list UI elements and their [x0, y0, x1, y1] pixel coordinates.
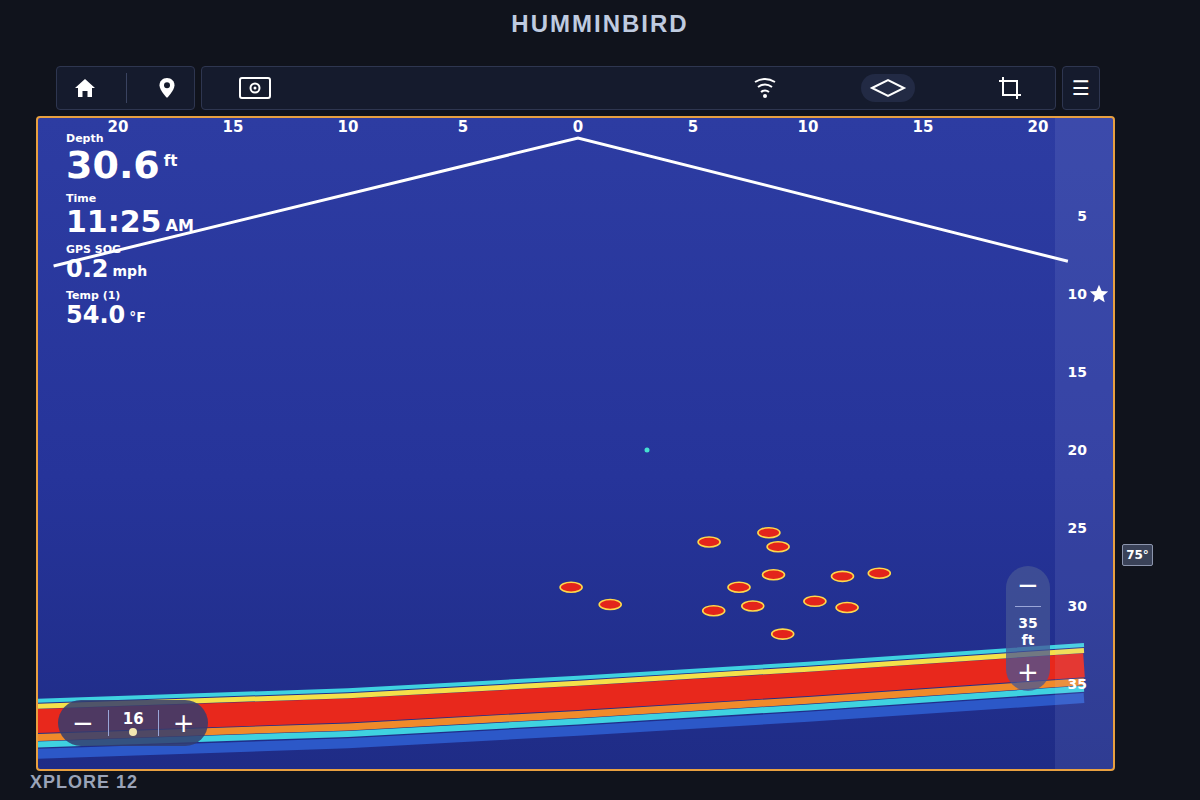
brand-logo: HUMMINBIRD [511, 10, 688, 38]
zoom-value: 35 [1018, 615, 1037, 632]
pill-divider [1015, 606, 1041, 607]
nav-group [56, 66, 195, 110]
fish-target [772, 629, 794, 639]
readout-label: GPS SOG [66, 243, 194, 257]
gain-up-button[interactable]: + [167, 708, 201, 738]
zoom-out-button[interactable]: − [1011, 570, 1045, 600]
menu-button[interactable]: ☰ [1062, 66, 1100, 110]
range-tick: 5 [688, 118, 698, 136]
home-button[interactable] [69, 72, 101, 104]
readout: Time11:25AM [66, 192, 194, 238]
depth-tick: 10 [1068, 286, 1087, 302]
readout-label: Time [66, 192, 194, 206]
readout-value-line: 0.2mph [66, 257, 194, 282]
gain-down-button[interactable]: − [66, 708, 100, 738]
fish-target [703, 606, 725, 616]
fish-target [560, 582, 582, 592]
readout: GPS SOG0.2mph [66, 243, 194, 282]
hull-view-icon [869, 76, 907, 100]
range-tick: 0 [573, 118, 583, 136]
readout-value: 30.6 [66, 146, 160, 186]
fish-target [836, 603, 858, 613]
screen-settings-icon [238, 75, 272, 101]
beam-outline [54, 138, 1068, 266]
readout-value-line: 30.6ft [66, 146, 194, 186]
fish-target [599, 599, 621, 609]
pill-divider [158, 710, 159, 736]
depth-tick: 25 [1068, 520, 1087, 536]
bottom-bezel: XPLORE 12 [0, 771, 1200, 800]
gain-value: 16 [123, 710, 144, 728]
pin-icon [156, 76, 178, 100]
readout-unit: AM [166, 206, 194, 235]
bottom-band [38, 645, 1084, 701]
readout-value-line: 54.0°F [66, 303, 194, 328]
fish-finder: HUMMINBIRD☰201510505101520Depth30.6ftTim… [0, 0, 1200, 800]
fish-target [698, 537, 720, 547]
range-tick: 15 [913, 118, 934, 136]
gain-readout: 16 [117, 710, 150, 736]
gain-control: − 16 + [58, 700, 208, 746]
readout-label: Depth [66, 132, 194, 146]
main-row: 201510505101520Depth30.6ftTime11:25AMGPS… [36, 116, 1160, 771]
readout-value-line: 11:25AM [66, 206, 194, 238]
zoom-control: − 35ft + [1006, 566, 1050, 691]
group-divider [126, 73, 127, 103]
sonar-waves-icon [751, 76, 779, 100]
range-tick: 5 [458, 118, 468, 136]
fish-target [763, 570, 785, 580]
waypoint-button[interactable] [152, 72, 182, 104]
range-tick: 20 [1028, 118, 1049, 136]
model-label: XPLORE 12 [30, 771, 138, 793]
view-button[interactable] [861, 74, 915, 102]
gain-dot-icon [129, 728, 137, 736]
range-tick: 10 [338, 118, 359, 136]
sonar-speck [645, 448, 650, 453]
readout: Temp (1)54.0°F [66, 289, 194, 328]
range-tick: 15 [223, 118, 244, 136]
readout-value: 11:25 [66, 206, 162, 238]
fish-target [832, 571, 854, 581]
readout-unit: ft [164, 146, 178, 170]
display-settings-button[interactable] [234, 71, 276, 105]
fish-target [742, 601, 764, 611]
toolbar [201, 66, 1056, 110]
fish-target [804, 596, 826, 606]
range-tick: 20 [108, 118, 129, 136]
readout-value: 0.2 [66, 257, 109, 282]
tilt-badge[interactable]: 75° [1122, 544, 1153, 566]
depth-scale: 5 10 15 20 25 30 35 [1055, 118, 1113, 769]
data-readouts: Depth30.6ft Time11:25AM GPS SOG0.2mph Temp … [66, 132, 194, 328]
pill-divider [108, 710, 109, 736]
display: ☰201510505101520Depth30.6ftTime11:25AMGP… [36, 66, 1160, 771]
top-bar: ☰ [36, 66, 1160, 110]
fish-target [758, 528, 780, 538]
readout-label: Temp (1) [66, 289, 194, 303]
depth-tick: 20 [1068, 442, 1087, 458]
depth-tick: 35 [1068, 676, 1087, 692]
star-icon[interactable] [1088, 283, 1110, 305]
sonar-button[interactable] [747, 72, 783, 104]
fish-target [728, 582, 750, 592]
home-icon [73, 76, 97, 100]
depth-tick: 30 [1068, 598, 1087, 614]
crop-button[interactable] [993, 71, 1027, 105]
top-bezel: HUMMINBIRD [0, 0, 1200, 66]
depth-tick: 5 [1077, 208, 1087, 224]
side-strip: 75° [1115, 116, 1160, 771]
zoom-in-button[interactable]: + [1011, 657, 1045, 687]
depth-tick: 15 [1068, 364, 1087, 380]
fish-target [868, 568, 890, 578]
sonar-view: 201510505101520Depth30.6ftTime11:25AMGPS… [36, 116, 1115, 771]
crop-icon [997, 75, 1023, 101]
bottom-return [38, 645, 1084, 754]
zoom-unit: ft [1022, 632, 1035, 649]
range-tick: 10 [798, 118, 819, 136]
fish-target [767, 542, 789, 552]
readout-unit: mph [113, 257, 148, 279]
readout: Depth30.6ft [66, 132, 194, 186]
sonar-plot [38, 118, 1113, 769]
readout-unit: °F [129, 303, 146, 325]
readout-value: 54.0 [66, 303, 125, 328]
